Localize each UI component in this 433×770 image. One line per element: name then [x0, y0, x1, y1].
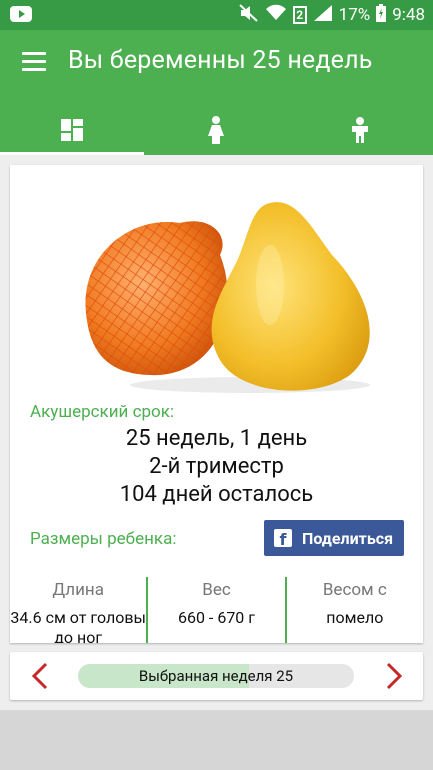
page-title: Вы беременны 25 недель: [68, 46, 373, 75]
term-weeks-days: 25 недель, 1 день: [125, 426, 308, 451]
chevron-left-icon: [31, 662, 48, 690]
selected-week-label: Выбранная неделя 25: [138, 667, 294, 685]
status-bar: 2 17% 9:48: [0, 0, 433, 30]
mute-icon: [238, 3, 259, 27]
wifi-icon: [265, 4, 287, 27]
week-progress-bar[interactable]: Выбранная неделя 25: [78, 664, 354, 688]
tab-bar: [0, 108, 433, 155]
signal-icon: [313, 4, 333, 27]
comparison-column: Весом с помело: [287, 577, 423, 643]
content-area: Акушерский срок: 25 недель, 1 день 2-й т…: [0, 155, 433, 710]
facebook-share-button[interactable]: f Поделиться: [264, 520, 404, 556]
pomelo-image: [70, 195, 390, 395]
length-value: 34.6 см от головы до ног: [10, 608, 146, 643]
tab-mother[interactable]: [144, 108, 288, 155]
weight-column: Вес 660 - 670 г: [146, 577, 287, 643]
term-trimester: 2-й триместр: [149, 454, 284, 479]
battery-percent: 17%: [338, 5, 371, 25]
baby-size-columns: Длина 34.6 см от головы до ног Вес 660 -…: [10, 577, 423, 643]
comparison-header: Весом с: [322, 580, 387, 600]
length-column: Длина 34.6 см от головы до ног: [10, 577, 146, 643]
baby-icon: [349, 116, 371, 147]
tab-baby[interactable]: [288, 108, 432, 155]
week-card: Акушерский срок: 25 недель, 1 день 2-й т…: [10, 165, 423, 643]
battery-icon: [376, 3, 387, 27]
obstetric-term-label: Акушерский срок:: [30, 402, 175, 422]
menu-icon[interactable]: [22, 52, 46, 72]
baby-size-label: Размеры ребенка:: [30, 529, 177, 549]
clock: 9:48: [392, 5, 425, 25]
dashboard-icon: [61, 118, 83, 145]
sim-icon: 2: [292, 6, 307, 24]
chevron-right-icon: [386, 662, 403, 690]
term-days-left: 104 дней осталось: [119, 482, 314, 507]
previous-week-button[interactable]: [26, 660, 56, 692]
share-label: Поделиться: [302, 528, 394, 548]
week-selector: Выбранная неделя 25: [10, 652, 423, 700]
comparison-value: помело: [326, 608, 384, 627]
weight-value: 660 - 670 г: [177, 608, 255, 627]
app-bar: Вы беременны 25 недель: [0, 30, 433, 155]
facebook-icon: f: [274, 529, 292, 548]
length-header: Длина: [52, 580, 104, 600]
weight-header: Вес: [202, 580, 231, 600]
tab-overview[interactable]: [0, 108, 144, 155]
system-nav-area: [0, 710, 433, 770]
mother-icon: [205, 115, 227, 148]
youtube-icon: [10, 6, 32, 26]
next-week-button[interactable]: [378, 660, 408, 692]
